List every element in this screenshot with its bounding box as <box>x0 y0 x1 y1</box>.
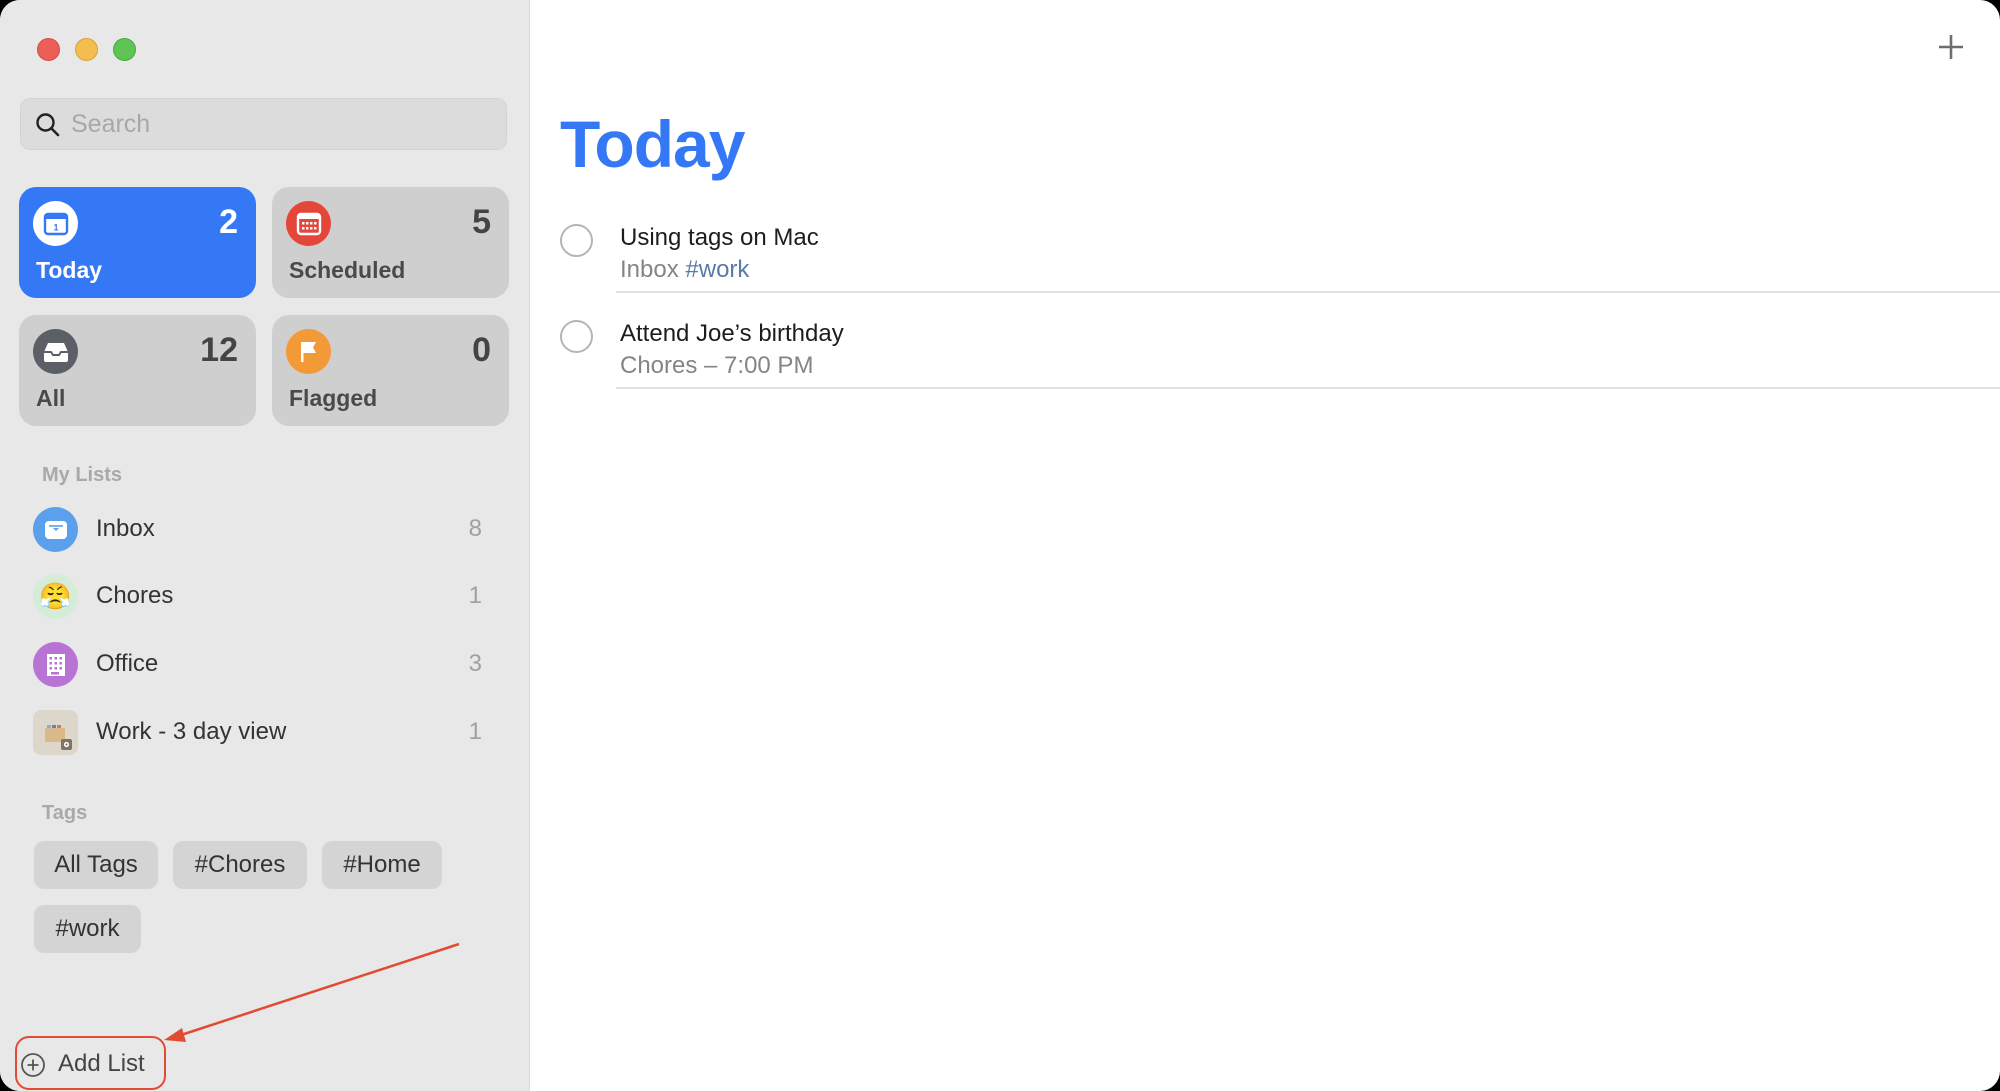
list-item-inbox[interactable]: Inbox 8 <box>20 500 510 560</box>
sidebar: 1 2 Today 5 Scheduled <box>0 0 530 1091</box>
list-item-chores[interactable]: 😤 Chores 1 <box>20 567 510 627</box>
search-icon <box>36 113 60 137</box>
flagged-count: 0 <box>472 331 491 369</box>
tag-chores[interactable]: #Chores <box>173 841 307 889</box>
list-count: 8 <box>468 515 482 542</box>
calendar-icon <box>286 201 331 246</box>
list-name: Chores <box>96 582 174 609</box>
smart-list-flagged[interactable]: 0 Flagged <box>272 315 509 426</box>
flag-icon <box>286 329 331 374</box>
tag-work[interactable]: #work <box>34 905 141 953</box>
task-row[interactable]: Attend Joe’s birthday Chores – 7:00 PM <box>531 307 2000 403</box>
inbox-icon <box>33 507 78 552</box>
all-label: All <box>36 385 66 411</box>
minimize-window-button[interactable] <box>75 38 98 61</box>
search-field[interactable] <box>20 98 507 150</box>
list-name: Work - 3 day view <box>96 718 287 745</box>
plus-icon[interactable] <box>1936 32 1966 62</box>
task-row[interactable]: Using tags on Mac Inbox #work <box>531 211 2000 307</box>
smart-list-scheduled[interactable]: 5 Scheduled <box>272 187 509 298</box>
box-smart-list-icon <box>33 710 78 755</box>
today-label: Today <box>36 257 103 283</box>
task-complete-checkbox[interactable] <box>560 224 593 257</box>
list-name: Office <box>96 650 159 677</box>
task-title[interactable]: Attend Joe’s birthday <box>620 320 844 348</box>
task-subtitle: Chores – 7:00 PM <box>620 352 814 379</box>
plus-circle-icon <box>21 1053 45 1077</box>
task-tag[interactable]: #work <box>685 256 749 283</box>
svg-text:1: 1 <box>53 222 58 232</box>
list-item-office[interactable]: Office 3 <box>20 635 510 695</box>
task-subtitle: Inbox #work <box>620 256 749 284</box>
scheduled-label: Scheduled <box>289 257 406 283</box>
flagged-label: Flagged <box>289 385 378 411</box>
all-count: 12 <box>200 331 238 369</box>
building-icon <box>33 642 78 687</box>
smart-list-all[interactable]: 12 All <box>19 315 256 426</box>
add-list-button[interactable]: Add List <box>15 1036 166 1090</box>
list-count: 3 <box>468 650 482 677</box>
list-count: 1 <box>468 582 482 609</box>
tray-icon <box>33 329 78 374</box>
my-lists-heading: My Lists <box>42 464 123 486</box>
list-item-work-3-day-view[interactable]: Work - 3 day view 1 <box>20 703 510 763</box>
divider <box>616 387 2000 389</box>
list-name: Inbox <box>96 515 155 542</box>
list-count: 1 <box>468 718 482 745</box>
divider <box>616 291 2000 293</box>
page-title: Today <box>560 107 745 181</box>
task-list-name: Inbox <box>620 256 679 283</box>
task-complete-checkbox[interactable] <box>560 320 593 353</box>
today-count: 2 <box>219 203 238 241</box>
reminders-window: 1 2 Today 5 Scheduled <box>0 0 2000 1091</box>
zoom-window-button[interactable] <box>113 38 136 61</box>
emoji-steam-face-icon: 😤 <box>33 574 78 619</box>
scheduled-count: 5 <box>472 203 491 241</box>
add-list-label: Add List <box>58 1050 145 1077</box>
tags-heading: Tags <box>42 802 88 824</box>
search-input[interactable] <box>71 99 491 149</box>
main-pane: Today Using tags on Mac Inbox #work Atte… <box>531 0 2000 1091</box>
calendar-today-icon: 1 <box>33 201 78 246</box>
tag-all-tags[interactable]: All Tags <box>34 841 158 889</box>
tag-home[interactable]: #Home <box>322 841 442 889</box>
task-title[interactable]: Using tags on Mac <box>620 224 819 252</box>
close-window-button[interactable] <box>37 38 60 61</box>
smart-list-today[interactable]: 1 2 Today <box>19 187 256 298</box>
